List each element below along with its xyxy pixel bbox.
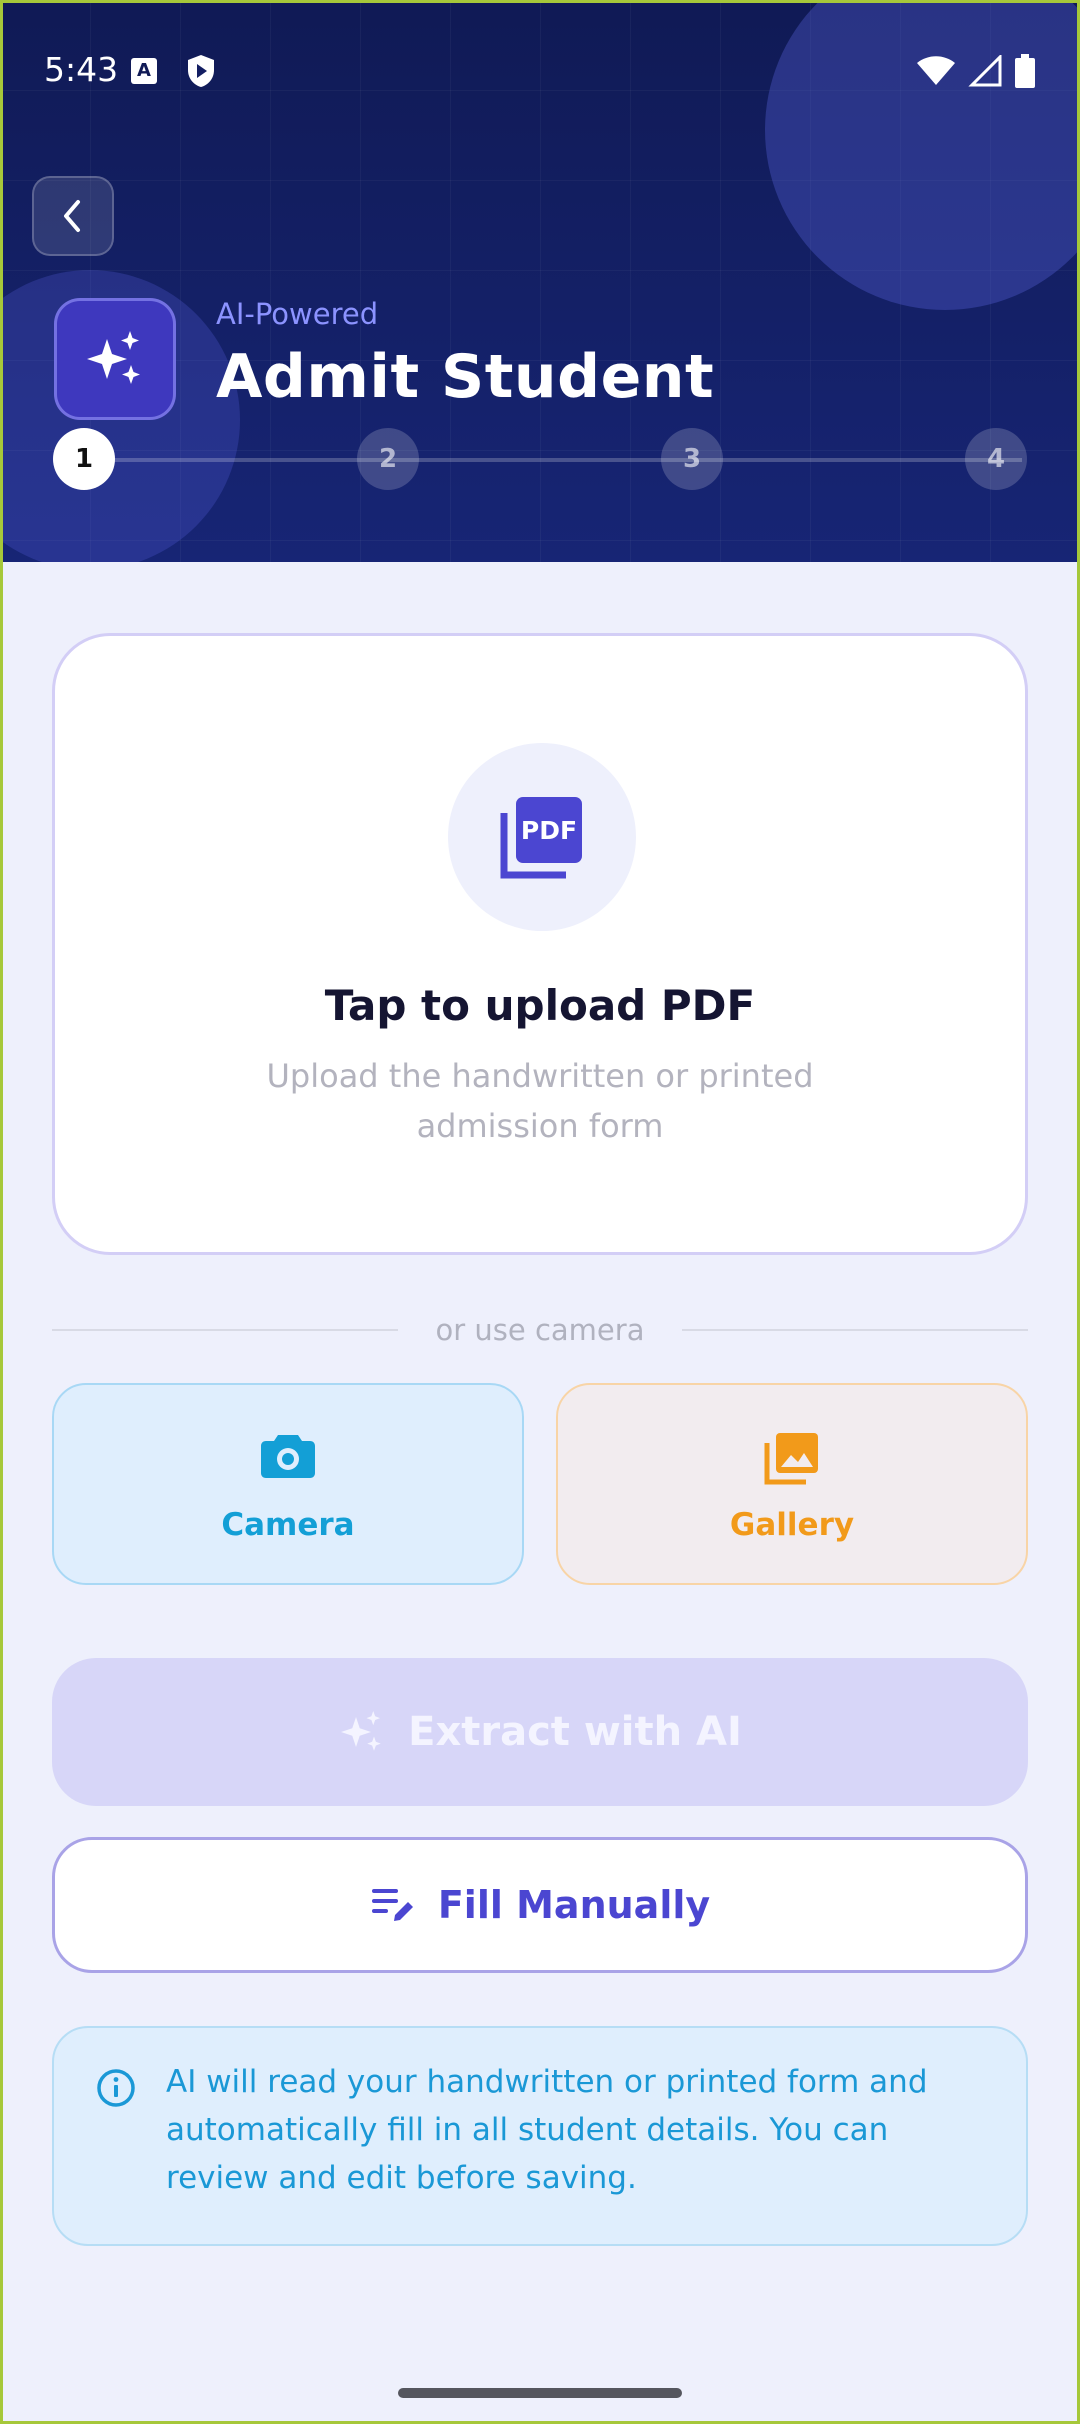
info-box: AI will read your handwritten or printed… (52, 2026, 1028, 2246)
info-icon (97, 2069, 135, 2107)
hero-icon-tile (54, 298, 176, 420)
chevron-left-icon (64, 200, 80, 232)
camera-icon-wrap (54, 1431, 522, 1479)
edit-note-icon (371, 1889, 413, 1921)
camera-button[interactable]: Camera (52, 1383, 524, 1585)
upload-title: Tap to upload PDF (324, 981, 756, 1030)
or-divider: or use camera (52, 1305, 1028, 1355)
step-1: 1 (53, 428, 115, 490)
upload-subtitle: Upload the handwritten or printed admiss… (266, 1057, 814, 1145)
camera-icon (261, 1435, 315, 1478)
gallery-icon (764, 1433, 818, 1485)
extract-label: Extract with AI (408, 1709, 742, 1755)
page-title: Admit Student (216, 342, 715, 412)
fill-manually-label: Fill Manually (437, 1883, 711, 1927)
stepper-track (84, 458, 1022, 462)
back-button[interactable] (32, 176, 114, 256)
step-4: 4 (965, 428, 1027, 490)
status-time: 5:43 (44, 50, 119, 89)
status-bar: 5:43 A (44, 44, 1036, 96)
step-3: 3 (661, 428, 723, 490)
extract-with-ai-button[interactable]: Extract with AI (52, 1658, 1028, 1806)
info-text: AI will read your handwritten or printed… (166, 2064, 928, 2196)
sparkles-icon (341, 1711, 381, 1751)
sparkles-icon (87, 331, 140, 384)
header: 5:43 A AI-Powered Admit Student 1 2 3 4 (0, 0, 1080, 562)
gallery-button[interactable]: Gallery (556, 1383, 1028, 1585)
battery-icon (1014, 54, 1036, 92)
pdf-icon: PDF (500, 797, 582, 879)
home-indicator[interactable] (398, 2388, 682, 2398)
fill-manually-button[interactable]: Fill Manually (52, 1837, 1028, 1973)
upload-pdf-card[interactable]: PDF Tap to upload PDF Upload the handwri… (52, 633, 1028, 1255)
signal-icon (968, 53, 1002, 91)
header-overline: AI-Powered (216, 297, 379, 331)
gallery-icon-wrap (558, 1431, 1026, 1485)
gallery-label: Gallery (729, 1507, 855, 1543)
divider-text: or use camera (435, 1313, 645, 1347)
camera-label: Camera (221, 1507, 355, 1543)
a-notification-icon: A (131, 58, 157, 84)
svg-text:PDF: PDF (521, 816, 577, 845)
pdf-icon-circle: PDF (448, 743, 636, 931)
step-2: 2 (357, 428, 419, 490)
shield-play-icon (186, 54, 216, 92)
status-right-icons (916, 53, 1036, 92)
wifi-icon (916, 55, 956, 91)
